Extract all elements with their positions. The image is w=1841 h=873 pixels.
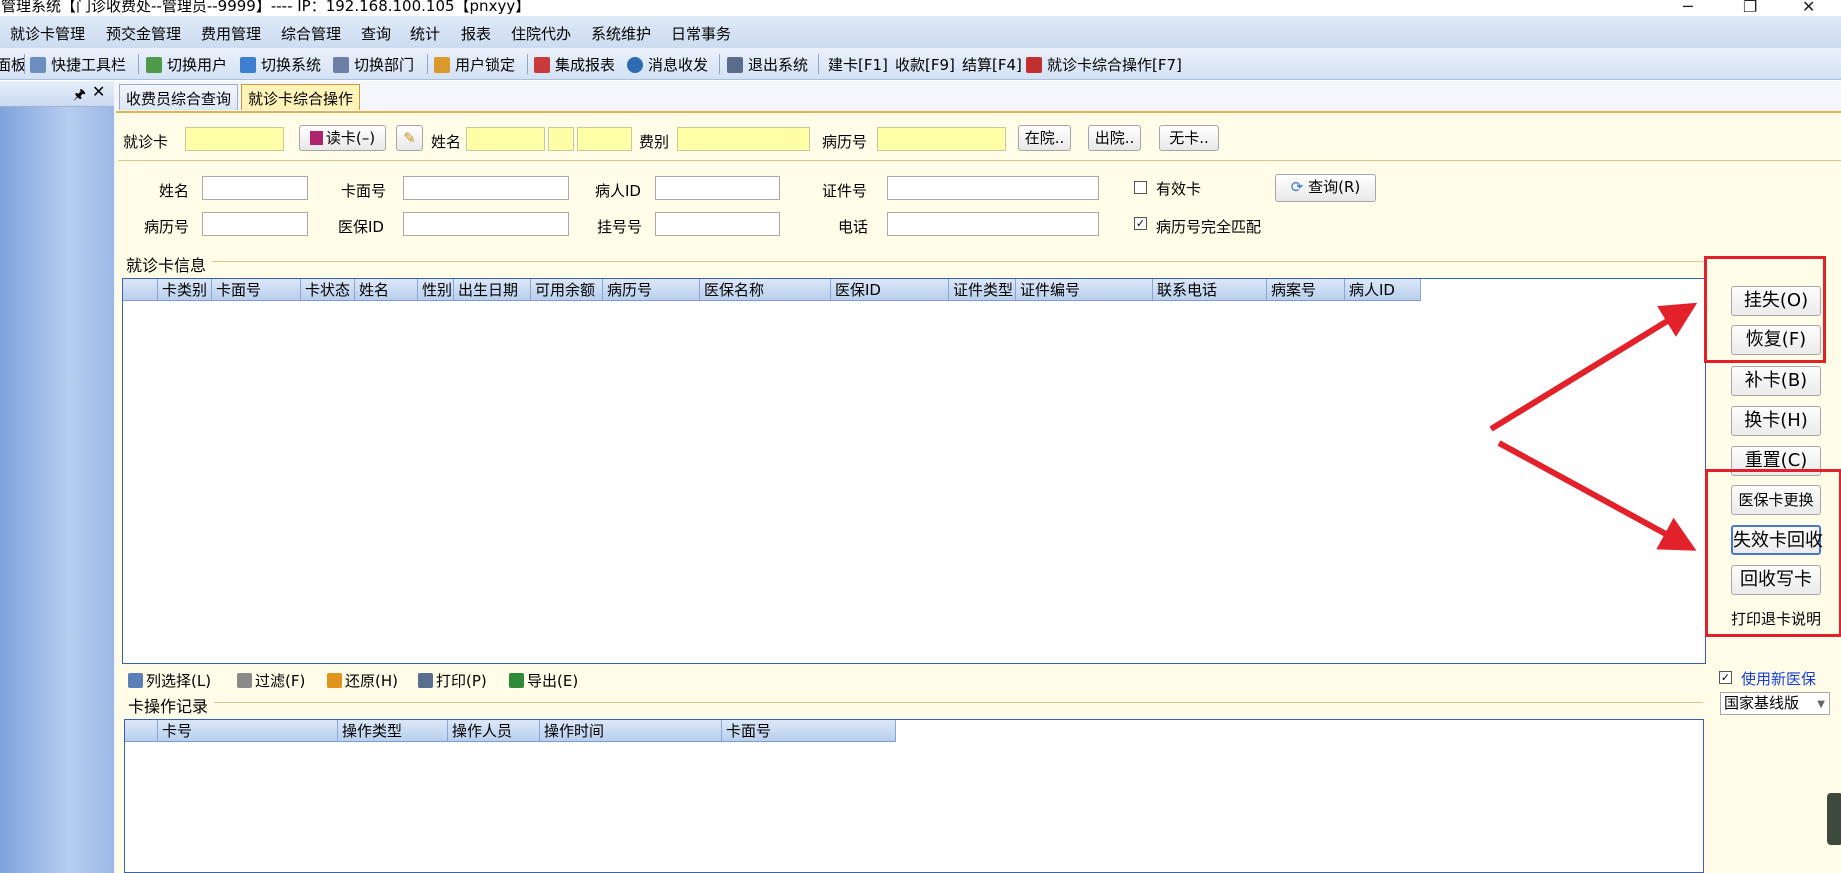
scroll-handle[interactable] — [1827, 793, 1841, 845]
use-new-insurance-checkbox[interactable]: ✓ — [1719, 671, 1732, 684]
arrow-to-bottom-box — [1497, 440, 1697, 551]
chevron-down-icon: ▼ — [1817, 699, 1825, 710]
annotation-arrows — [1489, 302, 1698, 551]
insurance-version-select[interactable]: 国家基线版 ▼ — [1720, 692, 1830, 715]
insurance-version-value: 国家基线版 — [1724, 694, 1800, 712]
use-new-insurance-label: 使用新医保 — [1741, 670, 1817, 688]
arrow-to-top-box — [1489, 302, 1698, 432]
